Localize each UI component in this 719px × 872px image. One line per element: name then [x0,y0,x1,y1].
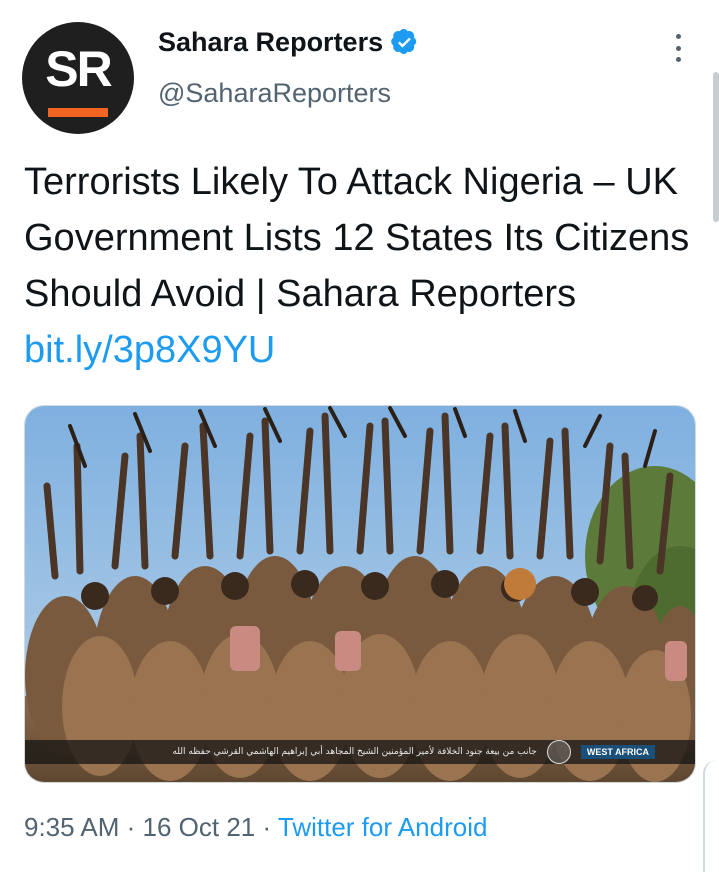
dot [675,57,681,62]
tweet-body: Terrorists Likely To Attack Nigeria – UK… [24,161,690,315]
seal-logo-icon [546,740,571,764]
more-options-icon[interactable] [666,30,690,66]
floating-action-edge[interactable] [703,760,719,872]
avatar-logo-text: SR [45,41,112,97]
display-name-row[interactable]: Sahara Reporters [158,27,418,58]
display-name: Sahara Reporters [158,27,384,57]
image-caption-arabic: جانب من بيعة جنود الخلافة لأمير المؤمنين… [172,747,537,757]
tweet-link[interactable]: bit.ly/3p8X9YU [24,329,275,371]
photo-illustration [25,406,695,782]
image-caption-tag: WEST AFRICA [580,745,655,759]
tweet-source-link[interactable]: Twitter for Android [278,812,488,842]
tweet-date[interactable]: 16 Oct 21 [143,812,256,842]
avatar[interactable]: SR [22,22,134,134]
user-handle[interactable]: @SaharaReporters [158,78,391,109]
scrollbar[interactable] [713,72,719,222]
separator: · [255,812,278,842]
tweet-meta: 9:35 AM · 16 Oct 21 · Twitter for Androi… [24,812,487,843]
dot [675,34,681,39]
tweet-time[interactable]: 9:35 AM [24,812,119,842]
tweet-text: Terrorists Likely To Attack Nigeria – UK… [24,154,699,378]
avatar-logo-bar [48,108,108,117]
dot [675,45,681,51]
separator: · [119,812,143,842]
tweet-image[interactable]: جانب من بيعة جنود الخلافة لأمير المؤمنين… [24,405,696,783]
verified-badge-icon [391,29,417,55]
image-caption-strip: جانب من بيعة جنود الخلافة لأمير المؤمنين… [25,740,695,764]
